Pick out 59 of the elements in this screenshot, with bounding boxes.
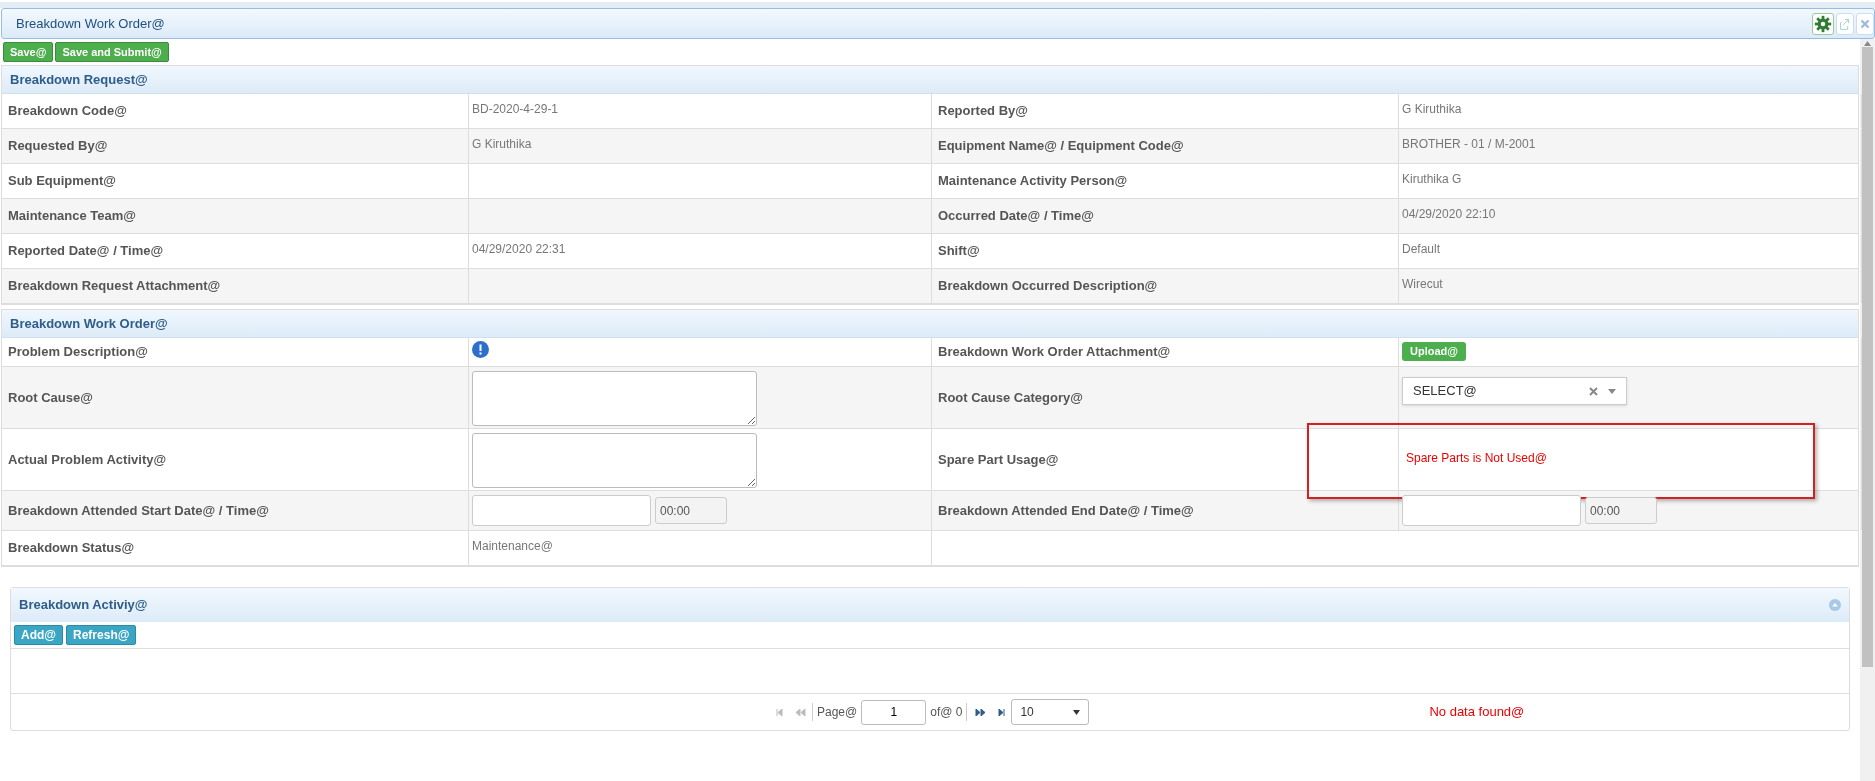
- field-value: Kiruthika G: [1402, 171, 1462, 188]
- field-label: Root Cause@: [8, 388, 93, 407]
- field-label: Maintenance Activity Person@: [938, 172, 1128, 191]
- field-label: Root Cause Category@: [938, 388, 1083, 407]
- scroll-up-icon[interactable]: [1864, 39, 1871, 47]
- field-label: Problem Description@: [8, 343, 148, 362]
- text-area[interactable]: [472, 433, 757, 488]
- date-field[interactable]: [472, 495, 651, 526]
- field-value: Maintenance@: [472, 538, 553, 555]
- status-message: No data found@: [1429, 703, 1525, 722]
- notice-text: Spare Parts is Not Used@: [1405, 450, 1547, 467]
- field-label: Breakdown Occurred Description@: [938, 277, 1158, 296]
- page-size-select[interactable]: 10: [1011, 699, 1090, 725]
- previous-page-icon[interactable]: [794, 708, 806, 716]
- window-title: Breakdown Work Order@: [16, 14, 165, 33]
- page-count: of@ 0: [930, 703, 968, 721]
- scrollbar[interactable]: [1860, 39, 1875, 781]
- collapse-icon[interactable]: [1829, 599, 1841, 611]
- field-label: Reported By@: [938, 102, 1028, 121]
- field-label: Occurred Date@ / Time@: [938, 207, 1094, 226]
- time-field[interactable]: 00:00: [655, 497, 727, 524]
- text-area[interactable]: [472, 371, 757, 426]
- settings-icon[interactable]: [1812, 12, 1834, 35]
- field-value: BROTHER - 01 / M-2001: [1402, 136, 1536, 153]
- select-field[interactable]: SELECT@: [1402, 377, 1627, 405]
- field-label: Breakdown Code@: [8, 102, 127, 121]
- page-field[interactable]: 1: [861, 699, 927, 725]
- field-value: Wirecut: [1402, 276, 1443, 293]
- section-title: Breakdown Work Order@: [10, 314, 168, 333]
- close-icon[interactable]: [1856, 12, 1874, 35]
- field-label: Sub Equipment@: [8, 172, 116, 191]
- section-title: Breakdown Request@: [10, 70, 148, 89]
- panel-title: Breakdown Activiy@: [19, 596, 149, 615]
- field-label: Breakdown Attended End Date@ / Time@: [938, 501, 1194, 520]
- field-label: Equipment Name@ / Equipment Code@: [938, 137, 1184, 156]
- field-label: Breakdown Status@: [8, 539, 135, 558]
- field-label: Maintenance Team@: [8, 207, 137, 226]
- caret-icon: [1608, 388, 1616, 394]
- field-label: Reported Date@ / Time@: [8, 242, 164, 261]
- field-value: 04/29/2020 22:10: [1402, 206, 1496, 223]
- field-label: Spare Part Usage@: [938, 450, 1059, 469]
- clear-icon[interactable]: [1589, 386, 1598, 396]
- time-field[interactable]: 00:00: [1585, 497, 1657, 524]
- field-label: Requested By@: [8, 137, 108, 156]
- date-field[interactable]: [1402, 495, 1581, 526]
- field-value: BD-2020-4-29-1: [472, 101, 559, 118]
- page-label: Page@: [812, 703, 858, 721]
- field-label: Actual Problem Activity@: [8, 450, 167, 469]
- field-value: G Kiruthika: [472, 136, 532, 153]
- field-value: 04/29/2020 22:31: [472, 241, 566, 258]
- field-value: Default: [1402, 241, 1441, 258]
- info-icon: [472, 341, 489, 358]
- field-label: Breakdown Attended Start Date@ / Time@: [8, 501, 269, 520]
- next-page-icon[interactable]: [975, 708, 988, 716]
- caret-icon: [1073, 708, 1081, 716]
- field-label: Breakdown Request Attachment@: [8, 277, 221, 296]
- field-label: Breakdown Work Order Attachment@: [938, 343, 1171, 362]
- field-value: G Kiruthika: [1402, 101, 1462, 118]
- field-label: Shift@: [938, 242, 980, 261]
